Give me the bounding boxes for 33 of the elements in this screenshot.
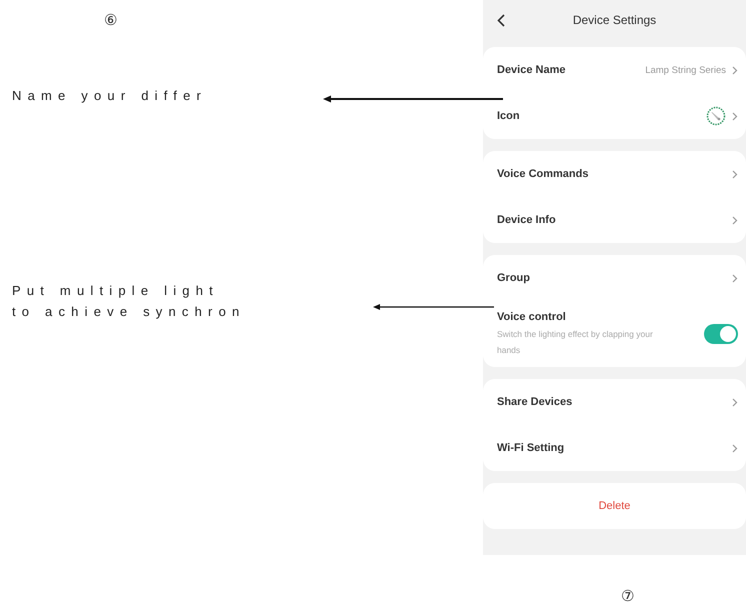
- settings-row[interactable]: Group: [483, 255, 746, 301]
- chevron-icon: [732, 112, 738, 120]
- row-label: Device Info: [497, 214, 557, 226]
- chevron-icon: [732, 398, 738, 406]
- chevron-icon: [732, 216, 738, 224]
- callout-text: Put multiple light to achieve synchron: [12, 282, 246, 321]
- row-label: Voice control: [497, 310, 567, 322]
- settings-row[interactable]: Voice Commands: [483, 151, 746, 197]
- back-icon[interactable]: [497, 14, 505, 26]
- settings-row[interactable]: Icon: [483, 93, 746, 139]
- chevron-icon: [732, 66, 738, 74]
- row-label: Voice Commands: [497, 168, 590, 180]
- row-label: Device Name: [497, 64, 566, 76]
- step-number: ⑥: [104, 11, 118, 29]
- chevron-icon: [732, 274, 738, 282]
- chevron-icon: [732, 444, 738, 452]
- lamp-icon: [706, 106, 726, 126]
- settings-row[interactable]: Wi-Fi Setting: [483, 425, 746, 471]
- delete-button[interactable]: Delete: [598, 500, 630, 512]
- step-number: ⑦: [621, 587, 634, 605]
- row-label: Wi-Fi Setting: [497, 442, 566, 454]
- row-label: Share Devices: [497, 396, 574, 408]
- row-value: Lamp String Series: [645, 64, 726, 76]
- row-label: Group: [497, 272, 531, 284]
- settings-row[interactable]: Share Devices: [483, 379, 746, 425]
- settings-row[interactable]: Device Name Lamp String Series: [483, 47, 746, 93]
- callout-text: Name your differ: [12, 87, 208, 105]
- row-description: Switch the lighting effect by clapping your hands: [497, 328, 654, 356]
- screen-title: Device Settings: [572, 13, 658, 27]
- chevron-icon: [732, 170, 738, 178]
- toggle-switch[interactable]: [704, 324, 738, 344]
- settings-row[interactable]: Device Info: [483, 197, 746, 243]
- row-label: Icon: [497, 110, 521, 122]
